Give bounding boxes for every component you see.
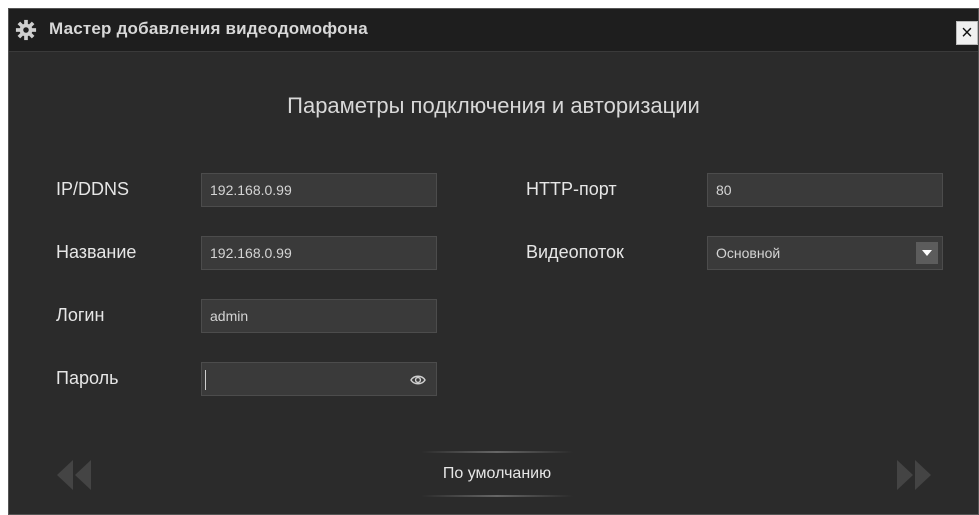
video-stream-select[interactable]: Основной bbox=[707, 236, 943, 270]
close-button[interactable]: × bbox=[956, 21, 978, 45]
wizard-window: Мастер добавления видеодомофона × Параме… bbox=[8, 8, 979, 515]
window-title: Мастер добавления видеодомофона bbox=[49, 19, 368, 38]
eye-icon[interactable] bbox=[410, 372, 426, 388]
login-label: Логин bbox=[56, 305, 105, 325]
http-port-label: HTTP-порт bbox=[526, 179, 617, 199]
http-port-input[interactable]: 80 bbox=[707, 173, 943, 207]
close-icon: × bbox=[961, 22, 973, 44]
name-input[interactable]: 192.168.0.99 bbox=[201, 236, 437, 270]
default-button-label: По умолчанию bbox=[442, 465, 552, 482]
section-heading: Параметры подключения и авторизации bbox=[287, 93, 700, 118]
chevron-down-icon[interactable] bbox=[916, 242, 938, 264]
name-label: Название bbox=[56, 242, 137, 262]
double-chevron-left-icon[interactable] bbox=[53, 458, 95, 492]
title-bar: Мастер добавления видеодомофона × bbox=[9, 9, 978, 52]
ip-ddns-input[interactable]: 192.168.0.99 bbox=[201, 173, 437, 207]
ip-ddns-label: IP/DDNS bbox=[56, 179, 130, 199]
login-input[interactable]: admin bbox=[201, 299, 437, 333]
default-button[interactable]: По умолчанию bbox=[413, 449, 581, 499]
double-chevron-right-icon[interactable] bbox=[893, 458, 935, 492]
password-label: Пароль bbox=[56, 368, 119, 388]
password-input[interactable] bbox=[201, 362, 437, 396]
video-stream-label: Видеопоток bbox=[526, 242, 624, 262]
text-caret bbox=[205, 370, 206, 390]
video-stream-value: Основной bbox=[716, 245, 781, 261]
gear-icon bbox=[15, 19, 37, 41]
